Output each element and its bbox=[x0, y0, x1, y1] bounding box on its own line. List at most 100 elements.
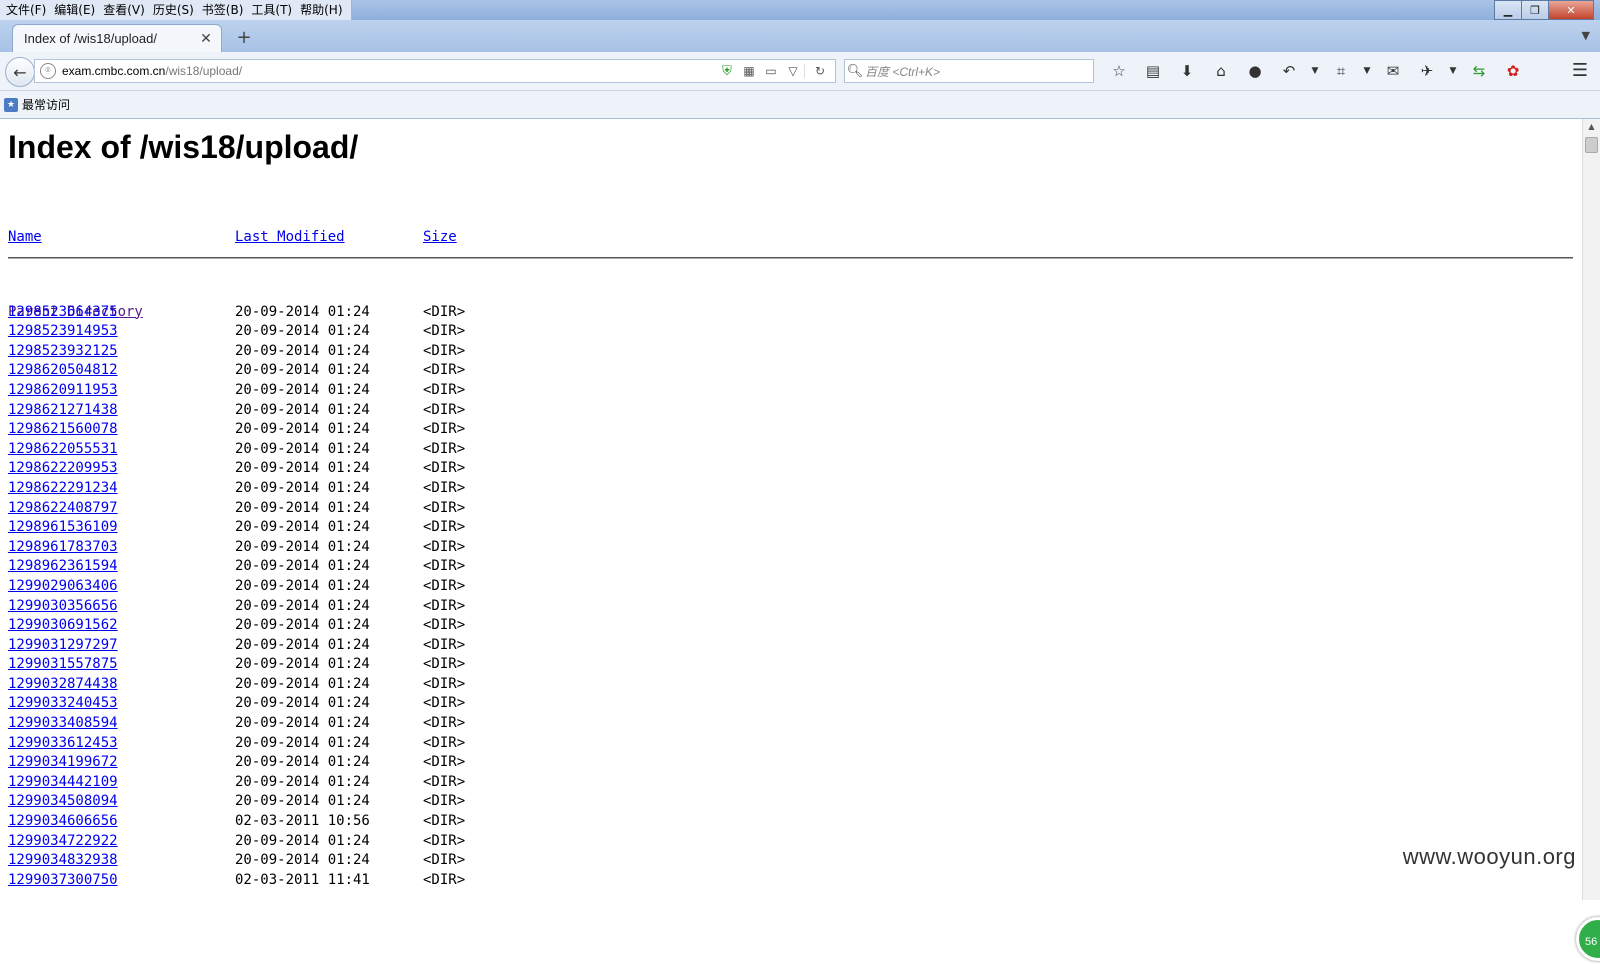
menu-file[interactable]: 文件(F) bbox=[2, 0, 50, 20]
entry-size: <DIR> bbox=[423, 813, 466, 830]
entry-name-link[interactable]: 1299031557875 bbox=[8, 655, 118, 675]
entry-name-link[interactable]: 1299034722922 bbox=[8, 832, 118, 852]
undo-icon[interactable]: ↶ bbox=[1272, 59, 1306, 83]
crop-dropdown-icon[interactable]: ▼ bbox=[1358, 59, 1376, 83]
table-row: 1299030356656 20-09-2014 01:24 <DIR> bbox=[8, 597, 465, 617]
menu-tools[interactable]: 工具(T) bbox=[247, 0, 296, 20]
entry-name-link[interactable]: 1299034606656 bbox=[8, 812, 118, 832]
crop-icon[interactable]: ⌗ bbox=[1324, 59, 1358, 83]
scroll-up-icon[interactable]: ▲ bbox=[1583, 119, 1600, 135]
tab-close-icon[interactable]: ✕ bbox=[197, 31, 215, 47]
entry-modified: 20-09-2014 01:24 bbox=[235, 577, 370, 594]
reader-view-icon[interactable]: ▭ bbox=[760, 64, 782, 78]
sync-icon[interactable]: ⇆ bbox=[1462, 59, 1496, 83]
vertical-scrollbar[interactable]: ▲ 56 bbox=[1576, 119, 1600, 961]
entry-name-link[interactable]: 1299034508094 bbox=[8, 792, 118, 812]
table-row: 1298961536109 20-09-2014 01:24 <DIR> bbox=[8, 518, 465, 538]
back-arrow-icon: ← bbox=[13, 62, 27, 82]
entry-name-link[interactable]: 1299029063406 bbox=[8, 577, 118, 597]
entry-modified: 20-09-2014 01:24 bbox=[235, 421, 370, 438]
entry-name-link[interactable]: 1298620504812 bbox=[8, 361, 118, 381]
entry-name-link[interactable]: 1298962361594 bbox=[8, 557, 118, 577]
entry-name-link[interactable]: 1298961783703 bbox=[8, 538, 118, 558]
chat-icon[interactable]: ● bbox=[1238, 59, 1272, 83]
entry-modified: 20-09-2014 01:24 bbox=[235, 793, 370, 810]
entry-name-link[interactable]: 1298621271438 bbox=[8, 401, 118, 421]
table-row: 1299034199672 20-09-2014 01:24 <DIR> bbox=[8, 753, 465, 773]
extension-icon[interactable]: ✈ bbox=[1410, 59, 1444, 83]
entry-name-link[interactable]: 1298523914953 bbox=[8, 322, 118, 342]
qr-code-icon[interactable]: ▦ bbox=[738, 64, 760, 78]
entry-name-link[interactable]: 1298622408797 bbox=[8, 499, 118, 519]
extension-dropdown-icon[interactable]: ▼ bbox=[1444, 59, 1462, 83]
entry-name-link[interactable]: 1298523664375 bbox=[8, 303, 118, 323]
undo-dropdown-icon[interactable]: ▼ bbox=[1306, 59, 1324, 83]
navigation-bar: ← ⌾ exam.cmbc.com.cn/wis18/upload/ ⛨ ▦ ▭… bbox=[0, 52, 1600, 91]
entry-name-link[interactable]: 1298622291234 bbox=[8, 479, 118, 499]
download-icon[interactable]: ⬇ bbox=[1170, 59, 1204, 83]
entry-modified: 20-09-2014 01:24 bbox=[235, 715, 370, 732]
entry-name-link[interactable]: 1299034832938 bbox=[8, 851, 118, 871]
floating-badge[interactable]: 56 bbox=[1576, 917, 1600, 961]
menu-history[interactable]: 历史(S) bbox=[149, 0, 198, 20]
reload-icon[interactable]: ↻ bbox=[804, 64, 835, 78]
column-header-name[interactable]: Name bbox=[8, 229, 42, 245]
entry-modified: 20-09-2014 01:24 bbox=[235, 734, 370, 751]
column-header-last-modified[interactable]: Last Modified bbox=[235, 229, 345, 245]
table-row: 1299034832938 20-09-2014 01:24 <DIR> bbox=[8, 851, 465, 871]
table-row: 1298621560078 20-09-2014 01:24 <DIR> bbox=[8, 420, 465, 440]
home-icon[interactable]: ⌂ bbox=[1204, 59, 1238, 83]
bookmark-star-icon[interactable]: ☆ bbox=[1102, 59, 1136, 83]
entry-name-link[interactable]: 1299032874438 bbox=[8, 675, 118, 695]
entry-name-link[interactable]: 1299033612453 bbox=[8, 734, 118, 754]
entry-size: <DIR> bbox=[423, 617, 466, 634]
menu-bookmarks[interactable]: 书签(B) bbox=[198, 0, 248, 20]
entry-name-link[interactable]: 1299034199672 bbox=[8, 753, 118, 773]
entry-name-link[interactable]: 1299033240453 bbox=[8, 694, 118, 714]
comment-icon[interactable]: ✉ bbox=[1376, 59, 1410, 83]
url-dropdown-icon[interactable]: ▽ bbox=[782, 64, 804, 78]
entry-size: <DIR> bbox=[423, 597, 466, 614]
entry-size: <DIR> bbox=[423, 460, 466, 477]
bookmark-most-visited[interactable]: 最常访问 bbox=[22, 96, 70, 113]
close-window-button[interactable]: ✕ bbox=[1548, 0, 1594, 20]
entry-name-link[interactable]: 1298622055531 bbox=[8, 440, 118, 460]
addon-icon[interactable]: ✿ bbox=[1496, 59, 1530, 83]
watermark: www.wooyun.org bbox=[1402, 844, 1576, 869]
restore-button[interactable]: ❐ bbox=[1521, 0, 1549, 20]
entry-name-link[interactable]: 1299037300750 bbox=[8, 871, 118, 891]
menu-edit[interactable]: 编辑(E) bbox=[50, 0, 99, 20]
security-shield-icon[interactable]: ⛨ bbox=[716, 64, 738, 79]
entry-name-link[interactable]: 1299030356656 bbox=[8, 597, 118, 617]
site-info-icon[interactable]: ⌾ bbox=[40, 63, 56, 79]
entry-name-link[interactable]: 1298622209953 bbox=[8, 459, 118, 479]
back-button[interactable]: ← bbox=[5, 57, 35, 87]
entry-name-link[interactable]: 1299034442109 bbox=[8, 773, 118, 793]
table-row: 1299029063406 20-09-2014 01:24 <DIR> bbox=[8, 577, 465, 597]
minimize-button[interactable]: ▁ bbox=[1494, 0, 1522, 20]
column-header-size[interactable]: Size bbox=[423, 229, 457, 245]
entry-name-link[interactable]: 1299033408594 bbox=[8, 714, 118, 734]
tab-list-arrow-icon[interactable]: ▼ bbox=[1582, 29, 1590, 42]
url-text[interactable]: exam.cmbc.com.cn/wis18/upload/ bbox=[62, 64, 716, 78]
entry-size: <DIR> bbox=[423, 519, 466, 536]
entry-name-link[interactable]: 1299030691562 bbox=[8, 616, 118, 636]
menu-help[interactable]: 帮助(H) bbox=[296, 0, 346, 20]
hamburger-menu-icon[interactable]: ☰ bbox=[1572, 59, 1588, 83]
search-bar[interactable]: 🔍︎ 百度 <Ctrl+K> bbox=[844, 59, 1094, 83]
entry-name-link[interactable]: 1298961536109 bbox=[8, 518, 118, 538]
menu-bar: 文件(F) 编辑(E) 查看(V) 历史(S) 书签(B) 工具(T) 帮助(H… bbox=[0, 0, 352, 20]
entry-name-link[interactable]: 1298621560078 bbox=[8, 420, 118, 440]
table-row: 1298523914953 20-09-2014 01:24 <DIR> bbox=[8, 322, 465, 342]
url-bar[interactable]: ⌾ exam.cmbc.com.cn/wis18/upload/ ⛨ ▦ ▭ ▽… bbox=[34, 59, 836, 83]
entry-name-link[interactable]: 1298620911953 bbox=[8, 381, 118, 401]
bookmarks-toolbar: ★ 最常访问 bbox=[0, 91, 1600, 119]
scrollbar-thumb[interactable] bbox=[1585, 137, 1598, 153]
entry-name-link[interactable]: 1299031297297 bbox=[8, 636, 118, 656]
entry-modified: 02-03-2011 11:41 bbox=[235, 871, 370, 888]
new-tab-icon[interactable]: + bbox=[233, 27, 255, 49]
entry-name-link[interactable]: 1298523932125 bbox=[8, 342, 118, 362]
menu-view[interactable]: 查看(V) bbox=[99, 0, 149, 20]
bookmarks-menu-icon[interactable]: ▤ bbox=[1136, 59, 1170, 83]
tab-active[interactable]: Index of /wis18/upload/ ✕ bbox=[12, 24, 222, 52]
